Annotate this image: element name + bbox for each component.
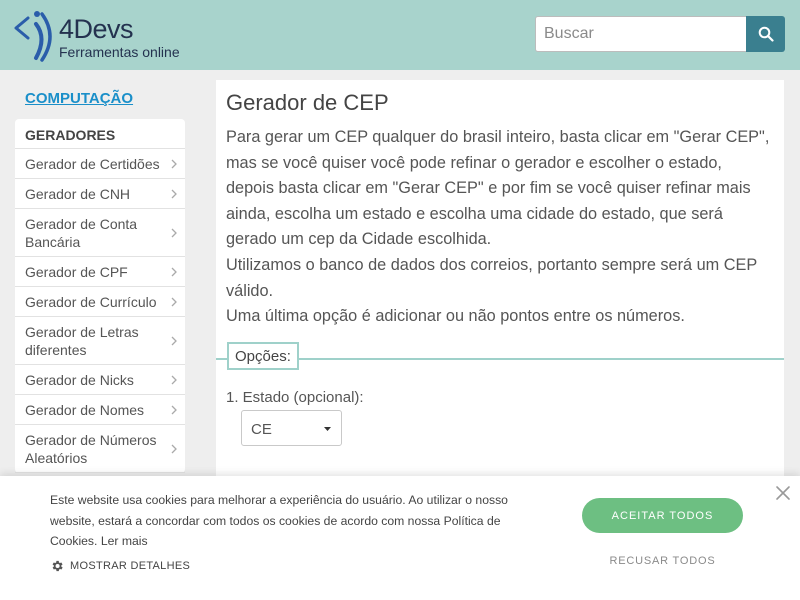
- sidebar-item-label: Gerador de Números Aleatórios: [25, 431, 157, 466]
- sidebar-item-gerador-de-letras-diferentes[interactable]: Gerador de Letras diferentes: [15, 317, 185, 365]
- options-fieldset-border: [216, 358, 784, 360]
- chevron-right-icon: [171, 444, 177, 453]
- show-details-toggle[interactable]: MOSTRAR DETALHES: [50, 559, 190, 573]
- sidebar-item-label: Gerador de CPF: [25, 263, 128, 280]
- logo-subtitle: Ferramentas online: [59, 44, 180, 60]
- sidebar: COMPUTAÇÃO GERADORES Gerador de Certidõe…: [15, 80, 185, 473]
- sidebar-item-gerador-de-conta-bancaria[interactable]: Gerador de Conta Bancária: [15, 209, 185, 257]
- chevron-right-icon: [171, 159, 177, 168]
- show-details-label: MOSTRAR DETALHES: [70, 560, 191, 572]
- sidebar-item-label: Gerador de Conta Bancária: [25, 215, 138, 250]
- search-icon: [758, 26, 774, 42]
- sidebar-item-label: Gerador de Currículo: [25, 293, 157, 310]
- cookie-banner: Este website usa cookies para melhorar a…: [0, 476, 800, 600]
- sidebar-item-gerador-de-numeros-aleatorios[interactable]: Gerador de Números Aleatórios: [15, 425, 185, 473]
- search-button[interactable]: [746, 16, 785, 52]
- cookie-text: Este website usa cookies para melhorar a…: [50, 490, 520, 552]
- description-paragraph: Uma última opção é adicionar ou não pont…: [226, 307, 685, 326]
- search-input[interactable]: [535, 16, 747, 52]
- page-description: Para gerar um CEP qualquer do brasil int…: [226, 125, 774, 330]
- chevron-right-icon: [171, 375, 177, 384]
- sidebar-item-gerador-de-curriculo[interactable]: Gerador de Currículo: [15, 287, 185, 317]
- sidebar-item-label: Gerador de Certidões: [25, 155, 160, 172]
- sidebar-item-gerador-de-certidoes[interactable]: Gerador de Certidões: [15, 149, 185, 179]
- description-paragraph: Para gerar um CEP qualquer do brasil int…: [226, 128, 770, 249]
- chevron-right-icon: [171, 228, 177, 237]
- chevron-right-icon: [171, 267, 177, 276]
- chevron-right-icon: [171, 336, 177, 345]
- sidebar-item-label: Gerador de Nomes: [25, 401, 145, 418]
- main-panel: Gerador de CEP Para gerar um CEP qualque…: [216, 80, 784, 500]
- chevron-right-icon: [171, 297, 177, 306]
- state-select[interactable]: CE: [241, 410, 342, 446]
- site-logo[interactable]: 4Devs Ferramentas online: [14, 10, 194, 62]
- sidebar-menu: GERADORES Gerador de Certidões Gerador d…: [15, 119, 185, 473]
- accept-all-button[interactable]: ACEITAR TODOS: [582, 498, 743, 533]
- sidebar-item-label: Gerador de Nicks: [25, 371, 134, 388]
- options-legend: Opções:: [227, 342, 299, 370]
- sidebar-item-gerador-de-nomes[interactable]: Gerador de Nomes: [15, 395, 185, 425]
- category-link-computacao[interactable]: COMPUTAÇÃO: [25, 90, 185, 116]
- chevron-right-icon: [171, 189, 177, 198]
- sidebar-item-gerador-de-nicks[interactable]: Gerador de Nicks: [15, 365, 185, 395]
- sidebar-item-gerador-de-cpf[interactable]: Gerador de CPF: [15, 257, 185, 287]
- section-header-geradores: GERADORES: [15, 119, 185, 149]
- site-header: 4Devs Ferramentas online: [0, 0, 800, 70]
- sidebar-item-label: Gerador de CNH: [25, 185, 131, 202]
- chevron-right-icon: [171, 405, 177, 414]
- logo-title: 4Devs: [59, 14, 134, 44]
- state-label: 1. Estado (opcional):: [226, 389, 364, 406]
- logo-mark-icon: [14, 11, 52, 62]
- sidebar-item-gerador-de-cnh[interactable]: Gerador de CNH: [15, 179, 185, 209]
- sidebar-item-label: Gerador de Letras diferentes: [25, 323, 139, 358]
- learn-more-link[interactable]: Ler mais: [101, 534, 148, 548]
- close-icon[interactable]: [775, 485, 791, 501]
- state-select-value: CE: [251, 421, 272, 438]
- page-title: Gerador de CEP: [226, 90, 389, 115]
- gear-icon: [52, 560, 63, 572]
- caret-down-icon: [324, 427, 331, 431]
- reject-all-button[interactable]: RECUSAR TODOS: [582, 550, 743, 572]
- description-paragraph: Utilizamos o banco de dados dos correios…: [226, 255, 757, 300]
